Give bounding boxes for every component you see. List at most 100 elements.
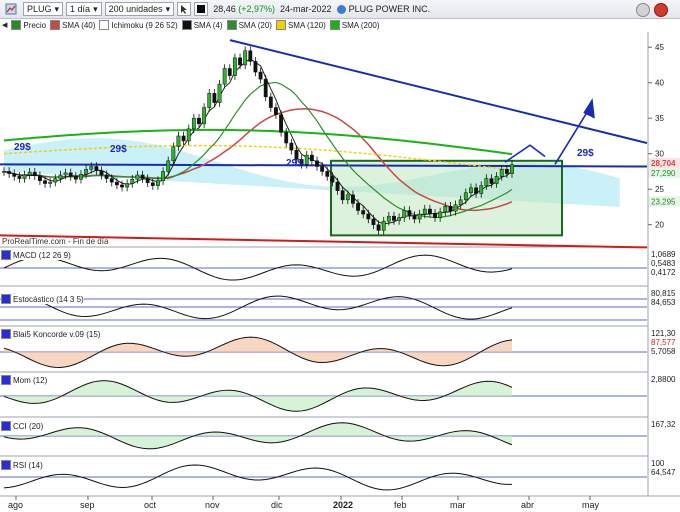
candle-body [479,185,484,194]
candle-body [309,154,314,162]
indicator-label-stochastic[interactable]: Estocástico (14 3 5) [1,294,84,304]
indicator-label-rsi[interactable]: RSI (14) [1,460,43,470]
indicator-value: 5,7058 [651,347,676,356]
price-tag-label: 23,295 [651,197,676,206]
indicator-swatch [1,294,11,304]
x-tick-label: ago [8,500,23,510]
candle-body [202,107,207,125]
indicator-value: 64,547 [651,468,676,477]
price-chart[interactable]: 29$ 29$ 29$ 29$ 45 40 35 30 25 20 28,70427,290 23,… [0,0,680,512]
candle-body [438,211,443,218]
candle-body [484,178,489,186]
candle-body [284,132,289,144]
candle-body [397,217,402,221]
candle-body [330,176,335,183]
candle-body [386,215,391,222]
support-label: 29$ [110,144,127,155]
candle-body [504,169,509,174]
candle-body [212,93,217,103]
candle-body [12,173,17,177]
price-tag-label: 28,704 [651,159,676,168]
x-tick-label: feb [394,500,407,510]
candle-body [73,176,78,180]
indicator-swatch [1,250,11,260]
price-axis: 45 40 35 30 25 20 28,70427,290 23,295 [648,43,680,230]
indicator-swatch [1,460,11,470]
candle-body [392,215,396,221]
indicator-name: Estocástico (14 3 5) [13,294,84,304]
indicator-value: 167,32 [651,420,676,429]
candle-body [381,220,386,231]
candle-body [469,187,473,193]
indicator-name: CCI (20) [13,421,44,431]
candle-body [422,208,427,215]
candle-body [166,160,171,172]
candle-body [371,218,376,225]
candle-body [145,178,150,184]
candle-body [448,205,453,212]
candle-body [443,205,448,213]
indicator-label-mom[interactable]: Mom (12) [1,375,48,385]
candle-body [274,107,278,115]
x-tick-label: abr [521,500,534,510]
candle-body [140,174,145,179]
x-tick-label: 2022 [333,500,353,510]
indicator-label-koncorde[interactable]: Blai5 Koncorde v.09 (15) [1,329,101,339]
candle-body [356,203,360,211]
indicator-value: 87,577 [651,338,676,347]
indicator-swatch [1,421,11,431]
candle-body [27,171,32,176]
candle-body [125,183,130,188]
candle-body [412,215,417,220]
candle-body [351,194,355,204]
indicator-value: 80,815 [651,289,676,298]
candle-body [2,171,6,173]
y-tick-label: 25 [655,185,664,194]
candle-body [340,190,345,201]
candle-body [320,166,325,172]
candle-body [335,181,340,191]
candle-body [463,192,468,201]
candle-body [63,172,68,176]
support-label: 29$ [577,148,594,159]
y-tick-label: 35 [655,114,664,123]
candle-body [197,117,201,125]
y-tick-label: 40 [655,79,664,88]
indicator-value: 121,30 [651,329,676,338]
x-tick-label: oct [144,500,157,510]
candle-body [43,180,47,184]
candle-body [207,93,212,108]
indicator-value: 0,4172 [651,268,676,277]
candle-body [304,154,309,165]
indicator-label-cci[interactable]: CCI (20) [1,421,44,431]
candle-body [217,83,222,103]
indicator-name: Mom (12) [13,375,48,385]
consolidation-rect [330,159,563,237]
candle-body [135,174,140,180]
candle-body [94,166,99,171]
watermark: ProRealTime.com - Fin de día [2,237,109,246]
candle-body [494,176,499,184]
candle-body [32,171,37,176]
candle-body [58,174,63,179]
support-label: 29$ [286,158,303,169]
candle-body [474,187,478,194]
candle-body [22,174,27,179]
candle-body [232,57,237,76]
candle-body [176,135,181,147]
candle-body [79,174,83,180]
y-tick-label: 20 [655,221,664,230]
candle-body [7,171,12,174]
candle-body [253,61,258,73]
candle-body [17,176,22,179]
candle-body [268,96,273,108]
y-tick-label: 30 [655,150,664,159]
candle-body [191,117,196,130]
candle-body [315,160,319,167]
candle-body [48,181,53,184]
indicator-label-macd[interactable]: MACD (12 26 9) [1,250,71,260]
consolidation-box[interactable] [330,159,563,237]
candle-body [84,169,89,175]
candle-body [89,166,94,170]
price-tag-label: 27,290 [651,169,676,178]
